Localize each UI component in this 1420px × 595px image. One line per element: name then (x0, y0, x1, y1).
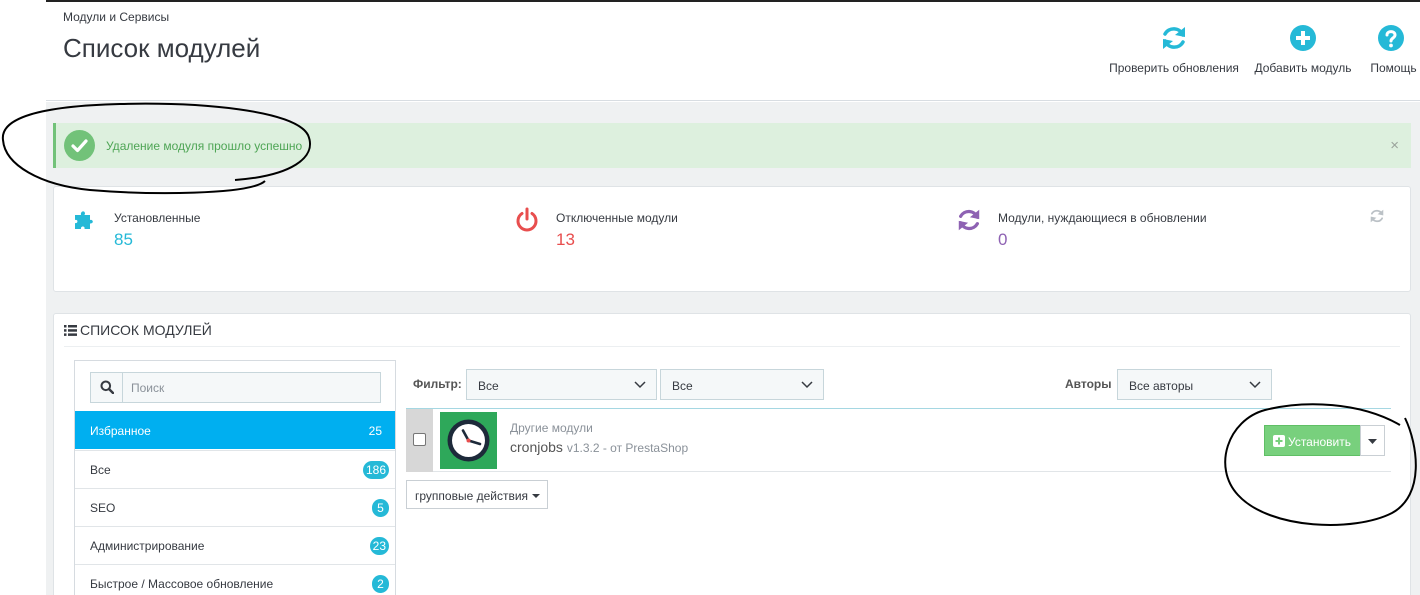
close-icon[interactable]: × (1390, 137, 1399, 154)
module-stats-panel: Установленные 85 Отключенные модули 13 М… (53, 186, 1411, 292)
module-checkbox[interactable] (413, 433, 426, 446)
check-updates-label: Проверить обновления (1109, 61, 1239, 75)
category-count-badge: 2 (372, 575, 389, 593)
refresh-icon (958, 209, 980, 231)
install-dropdown-toggle[interactable] (1360, 425, 1385, 456)
category-item-seo[interactable]: SEO 5 (75, 488, 395, 526)
panel-heading: СПИСОК МОДУЛЕЙ (64, 322, 212, 338)
bulk-actions-button[interactable]: групповые действия (406, 480, 548, 509)
list-icon (64, 325, 77, 336)
chevron-down-icon (801, 381, 813, 389)
stat-installed-label: Установленные (114, 211, 201, 225)
category-label: SEO (90, 501, 116, 515)
authors-label: Авторы (1065, 377, 1112, 391)
check-circle-icon (64, 130, 95, 161)
stat-updates-label: Модули, нуждающиеся в обновлении (998, 211, 1207, 225)
search-button[interactable] (91, 373, 123, 402)
puzzle-icon (75, 211, 93, 229)
check-updates-button[interactable]: Проверить обновления (1109, 24, 1239, 75)
stat-disabled-value: 13 (556, 230, 575, 249)
category-count-badge: 5 (372, 499, 389, 517)
category-sidebar: Избранное 25 Все 186 SEO 5 Администриров… (74, 360, 396, 595)
category-count-badge: 186 (362, 461, 389, 479)
authors-select[interactable]: Все авторы (1117, 369, 1272, 400)
module-title: cronjobs v1.3.2 - от PrestaShop (510, 439, 688, 455)
stat-disabled-label: Отключенные модули (556, 211, 678, 225)
add-module-label: Добавить модуль (1254, 61, 1352, 75)
module-name: cronjobs (510, 439, 563, 455)
caret-down-icon (1368, 439, 1377, 444)
category-count-badge: 23 (369, 537, 389, 555)
page-header: Модули и Сервисы Список модулей Проверит… (46, 2, 1420, 101)
category-item-favorites[interactable]: Избранное 25 (75, 411, 395, 449)
install-button-label: Установить (1288, 435, 1351, 449)
plus-circle-icon (1290, 25, 1316, 51)
page-title: Список модулей (63, 33, 261, 63)
plus-square-icon (1273, 435, 1285, 447)
module-row: Другие модули cronjobs v1.3.2 - от Prest… (406, 408, 1391, 472)
filter-label: Фильтр: (413, 377, 462, 391)
caret-down-icon (532, 494, 540, 498)
stat-installed-value: 85 (114, 230, 133, 249)
authors-select-value: Все авторы (1129, 379, 1194, 393)
module-version: v1.3.2 - от PrestaShop (566, 441, 689, 455)
breadcrumb: Модули и Сервисы (63, 10, 170, 24)
search-icon (100, 380, 114, 394)
filter-select-status[interactable]: Все (466, 369, 657, 400)
filter-select-value: Все (672, 379, 693, 393)
refresh-icon[interactable] (1369, 208, 1385, 224)
bulk-actions-label: групповые действия (415, 489, 529, 503)
category-item-administration[interactable]: Администрирование 23 (75, 526, 395, 564)
category-label: Быстрое / Массовое обновление (90, 577, 274, 591)
success-alert: Удаление модуля прошло успешно × (53, 123, 1411, 168)
search-box (90, 372, 381, 403)
module-list-panel: СПИСОК МОДУЛЕЙ Избранное 25 Все 186 (53, 313, 1411, 595)
power-icon (516, 207, 538, 232)
install-button[interactable]: Установить (1264, 425, 1361, 456)
category-item-bulk-update[interactable]: Быстрое / Массовое обновление 2 (75, 564, 395, 595)
divider (64, 346, 1400, 347)
stat-updates-value: 0 (998, 230, 1008, 249)
filter-select-type[interactable]: Все (660, 369, 824, 400)
clock-icon (447, 419, 490, 462)
category-count-badge: 25 (368, 424, 382, 438)
category-item-all[interactable]: Все 186 (75, 450, 395, 488)
category-label: Администрирование (90, 539, 205, 553)
alert-message: Удаление модуля прошло успешно (106, 139, 303, 153)
filter-select-value: Все (478, 379, 499, 393)
content-area: Удаление модуля прошло успешно × Установ… (46, 102, 1420, 595)
add-module-button[interactable]: Добавить модуль (1251, 24, 1355, 75)
module-logo (440, 412, 497, 469)
chevron-down-icon (1249, 381, 1261, 389)
row-select-cell (406, 409, 433, 472)
category-label: Избранное (90, 424, 151, 438)
panel-heading-text: СПИСОК МОДУЛЕЙ (80, 322, 212, 338)
refresh-icon (1163, 27, 1185, 49)
help-button[interactable]: Помощь (1367, 24, 1420, 75)
help-label: Помощь (1370, 61, 1417, 75)
category-label: Все (90, 463, 111, 477)
search-input[interactable] (124, 373, 379, 402)
chevron-down-icon (634, 381, 646, 389)
question-circle-icon (1378, 25, 1404, 51)
module-category: Другие модули (510, 421, 593, 435)
